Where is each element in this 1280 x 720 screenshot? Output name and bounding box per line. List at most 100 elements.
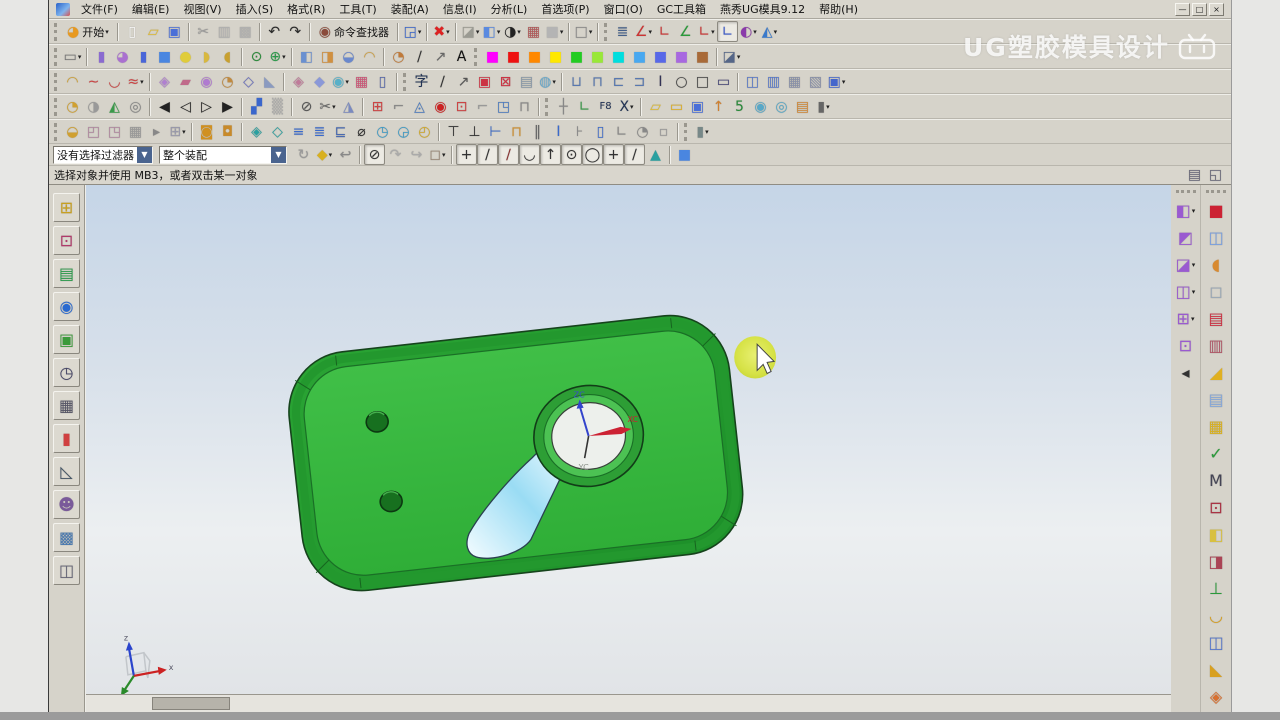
details-panel-icon[interactable]: ▦ — [53, 391, 80, 420]
patch-surface-m-icon[interactable]: M — [1204, 468, 1229, 493]
menu-item-7[interactable]: 信息(I) — [436, 3, 484, 16]
wcs-dynamics-icon[interactable]: ∟ — [716, 21, 738, 42]
first-view-icon[interactable]: ◀ — [154, 96, 175, 117]
flag-tool-icon[interactable]: ▸ — [146, 121, 167, 142]
line-icon[interactable]: ∕ — [432, 71, 453, 92]
copy-icon[interactable]: ▥ — [214, 21, 235, 42]
graphics-viewport[interactable]: ZC XC YC z x — [85, 185, 1171, 712]
red-frame-icon[interactable]: ▣ — [474, 71, 495, 92]
open-file-icon[interactable]: ▱ — [143, 21, 164, 42]
dock-window-icon[interactable]: ◱ — [1205, 165, 1226, 186]
camera-b-icon[interactable]: ◎ — [771, 96, 792, 117]
hash-grid-icon[interactable]: ▦ — [125, 121, 146, 142]
target-point-icon[interactable]: ◎ — [125, 96, 146, 117]
collapse-arrow-icon[interactable]: ◂ — [1173, 360, 1198, 385]
i-form-icon[interactable]: ▯ — [372, 71, 393, 92]
bars-block-icon[interactable]: ▮ ▾ — [813, 96, 834, 117]
menu-item-13[interactable]: 帮助(H) — [812, 3, 865, 16]
color-yellow-icon[interactable]: ■ — [545, 46, 566, 67]
standard-part-icon[interactable]: ⊥ — [1204, 576, 1229, 601]
c-profile-a-icon[interactable]: ⊏ — [608, 71, 629, 92]
round-tool-icon[interactable]: ◒ — [62, 121, 83, 142]
wireframe-view-icon[interactable]: ■ ▾ — [544, 21, 565, 42]
color-cyan-icon[interactable]: ■ — [608, 46, 629, 67]
scenery-materials-icon[interactable]: ▩ — [53, 523, 80, 552]
color-magenta-icon[interactable]: ■ — [482, 46, 503, 67]
toolbar-grip[interactable] — [1175, 190, 1196, 193]
history-clock-icon[interactable]: ◷ — [53, 358, 80, 387]
prev-view-icon[interactable]: ◁ — [175, 96, 196, 117]
profile-curve-icon[interactable]: ◠ — [62, 71, 83, 92]
mold-csys-icon[interactable]: ◫ — [1204, 225, 1229, 250]
move-object-icon[interactable]: ◭ ▾ — [759, 21, 780, 42]
divide-face-icon[interactable]: ◮ — [338, 96, 359, 117]
snap-existing-icon[interactable]: ∕ — [624, 144, 645, 165]
extrude-icon[interactable]: ▮ — [91, 46, 112, 67]
color-bar-pen-icon[interactable]: ▮ — [53, 424, 80, 453]
toolbar-grip[interactable] — [545, 97, 548, 116]
line-point-icon[interactable]: ↗ — [453, 71, 474, 92]
blue-grid-icon[interactable]: ▞ — [246, 96, 267, 117]
horizontal-scrollbar-thumb[interactable] — [152, 697, 230, 710]
conic-icon[interactable]: ≈ ▾ — [125, 71, 146, 92]
toolbar-grip[interactable] — [403, 72, 406, 91]
menu-item-11[interactable]: GC工具箱 — [650, 3, 713, 16]
pocket-tool-icon[interactable]: ◡ — [1204, 603, 1229, 628]
orient-tool-a-icon[interactable]: ◔ — [62, 96, 83, 117]
parting-surface-icon[interactable]: ◢ — [1204, 360, 1229, 385]
angle-l-icon[interactable]: ∟ — [611, 121, 632, 142]
sphere-tool-icon[interactable]: ◍ ▾ — [537, 71, 558, 92]
orange-clamp-icon[interactable]: ⊓ — [506, 121, 527, 142]
column-bars-icon[interactable]: ▮ ▾ — [692, 121, 713, 142]
snap-tangent-icon[interactable]: ◡ — [519, 144, 540, 165]
menu-item-3[interactable]: 插入(S) — [229, 3, 281, 16]
wave-delete-icon[interactable]: ◩ — [1173, 225, 1198, 250]
swept-icon[interactable]: ◉ — [196, 71, 217, 92]
boxed-cross-icon[interactable]: ⊡ — [451, 96, 472, 117]
tee-c-icon[interactable]: ⊢ — [485, 121, 506, 142]
datum-csys-c-icon[interactable]: ∠ — [675, 21, 696, 42]
blue-list-b-icon[interactable]: ≣ — [309, 121, 330, 142]
save-2-icon[interactable]: ▣ — [687, 96, 708, 117]
emboss-icon[interactable]: ◖ — [217, 46, 238, 67]
fit-view-icon[interactable]: ◳ — [493, 96, 514, 117]
dock-grid-icon[interactable]: ▤ — [1184, 165, 1205, 186]
sphere-icon[interactable]: ● — [175, 46, 196, 67]
part-info-icon[interactable]: ◲ ▾ — [402, 21, 423, 42]
web-browser-icon[interactable]: ◉ — [53, 292, 80, 321]
color-lime-icon[interactable]: ■ — [587, 46, 608, 67]
color-sky-icon[interactable]: ■ — [629, 46, 650, 67]
blue-clock-a-icon[interactable]: ◷ — [372, 121, 393, 142]
redo-gray-b-icon[interactable]: ↪ — [406, 144, 427, 165]
spline-icon[interactable]: ∼ — [83, 71, 104, 92]
dot-grid-icon[interactable]: ▒ — [267, 96, 288, 117]
menu-item-4[interactable]: 格式(R) — [280, 3, 332, 16]
core-block-icon[interactable]: ◨ — [1204, 549, 1229, 574]
export-up-icon[interactable]: ↑ — [708, 96, 729, 117]
measure-diameter-icon[interactable]: ⌀ — [351, 121, 372, 142]
flat-face-icon[interactable]: □ ▾ — [573, 21, 594, 42]
check-regions-icon[interactable]: ▦ — [1204, 414, 1229, 439]
color-red-icon[interactable]: ■ — [503, 46, 524, 67]
no-selection-filter-icon[interactable]: ⊘ — [364, 144, 385, 165]
ruled-surface-icon[interactable]: ◈ — [154, 71, 175, 92]
constraint-navigator-icon[interactable]: ⊡ — [53, 226, 80, 255]
slider-lifter-icon[interactable]: ◣ — [1204, 657, 1229, 682]
wave-copy-icon[interactable]: ◪ ▾ — [1173, 252, 1198, 277]
snap-angle-icon[interactable]: ◭ — [104, 96, 125, 117]
wave-move-icon[interactable]: ⊞ ▾ — [1173, 306, 1198, 331]
snap-point-icon[interactable]: + — [456, 144, 477, 165]
i-beam-icon[interactable]: I — [650, 71, 671, 92]
menu-item-2[interactable]: 视图(V) — [176, 3, 228, 16]
red-target-icon[interactable]: ◉ — [430, 96, 451, 117]
edit-pen-icon[interactable]: ◺ — [53, 457, 80, 486]
wave-geometry-linker-icon[interactable]: ◧ ▾ — [1173, 198, 1198, 223]
arc-icon[interactable]: ◡ — [104, 71, 125, 92]
boss-icon[interactable]: ◗ — [196, 46, 217, 67]
toolbar-grip[interactable] — [603, 22, 607, 41]
u-profile-a-icon[interactable]: ⊔ — [566, 71, 587, 92]
snap-quadrant-icon[interactable]: ◯ — [582, 144, 603, 165]
grid-b-icon[interactable]: ▧ — [805, 71, 826, 92]
no-snap-icon[interactable]: ⊘ — [296, 96, 317, 117]
yellow-gauge-icon[interactable]: ◴ — [414, 121, 435, 142]
